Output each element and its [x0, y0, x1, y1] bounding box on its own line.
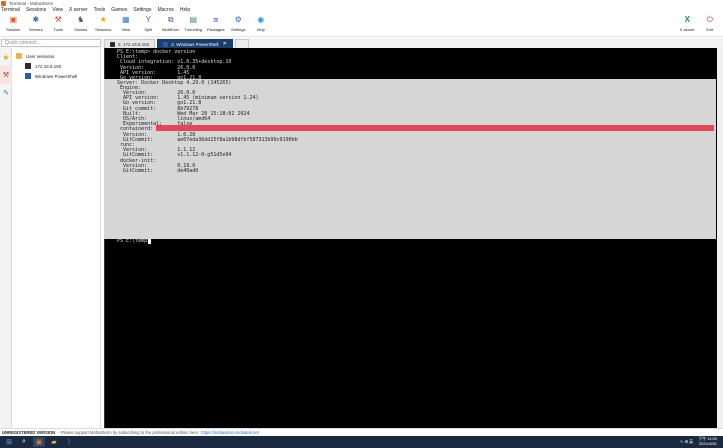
packages-button-label: Packages	[206, 27, 225, 32]
ssh-session-icon	[25, 63, 31, 69]
tools-button[interactable]: ⚒ Tools	[47, 13, 70, 32]
powershell-session-icon	[25, 73, 31, 79]
packages-icon: ⧈	[213, 15, 219, 24]
split-button[interactable]: Y Split	[137, 13, 160, 32]
ssh-terminal-icon	[110, 41, 115, 47]
session-item-ssh[interactable]: 172.16.8.182	[13, 61, 100, 71]
settings-button[interactable]: ⚙ Settings	[227, 13, 250, 32]
highlighted-row-bar	[156, 125, 714, 131]
support-message: - Please support MobaXterm by subscribin…	[58, 430, 200, 435]
packages-button[interactable]: ⧈ Packages	[205, 13, 228, 32]
user-sessions-label: User sessions	[26, 53, 55, 59]
sessions-star-sidebar-icon[interactable]: ★	[0, 48, 12, 66]
tools-button-label: Tools	[53, 27, 63, 32]
tools-sidebar-icon[interactable]: ⚒	[0, 66, 12, 84]
terminal-scrollbar[interactable]	[717, 48, 723, 428]
menu-view[interactable]: View	[52, 7, 63, 13]
help-button-label: Help	[256, 27, 265, 32]
tab-windows-powershell[interactable]: 2. Windows PowerShell ✕	[157, 39, 233, 48]
terminal-prompt: PS E:\temp>	[117, 237, 151, 244]
multiexec-icon: ⧉	[167, 15, 174, 24]
search-icon[interactable]: ⌕	[18, 437, 30, 447]
session-ssh-label: 172.16.8.182	[35, 63, 62, 69]
multiexec-button[interactable]: ⧉ MultiExec	[160, 13, 183, 32]
macros-sidebar-icon[interactable]: ✎	[0, 84, 12, 102]
terminal-cursor	[148, 239, 151, 244]
games-icon: ♞	[77, 15, 85, 24]
quick-connect-bar: Quick connect... 3. 172.16.8.182 2. Wind…	[0, 38, 723, 48]
menu-macros[interactable]: Macros	[157, 7, 173, 13]
servers-icon: ✱	[32, 15, 40, 24]
tunneling-button-label: Tunneling	[184, 27, 202, 32]
system-tray: へ ⊞ 英 下午 11:00 2024/4/28	[680, 436, 717, 446]
menu-settings[interactable]: Settings	[133, 7, 151, 13]
help-icon: ◉	[257, 15, 265, 24]
exit-button[interactable]: ⏻ Exit	[699, 13, 722, 32]
menu-help[interactable]: Help	[180, 7, 190, 13]
games-button[interactable]: ♞ Games	[70, 13, 93, 32]
tray-icons[interactable]: へ ⊞ 英	[680, 439, 694, 445]
clock[interactable]: 下午 11:00 2024/4/28	[698, 436, 717, 446]
toolbar-right: X X server ⏻ Exit	[676, 13, 721, 32]
x-server-icon: X	[684, 15, 690, 24]
file-explorer-icon[interactable]: ▰	[48, 437, 60, 447]
settings-button-label: Settings	[231, 27, 246, 32]
subscribe-link[interactable]: https://mobaxterm.mobatek.net	[201, 430, 259, 435]
exit-button-label: Exit	[706, 27, 714, 32]
help-button[interactable]: ◉ Help	[250, 13, 273, 32]
quick-connect-input[interactable]: Quick connect...	[1, 39, 101, 47]
split-icon: Y	[145, 15, 151, 24]
view-button-label: View	[121, 27, 131, 32]
user-sessions-folder[interactable]: User sessions	[13, 51, 100, 61]
folder-icon	[16, 53, 22, 59]
status-bar: UNREGISTERED VERSION - Please support Mo…	[0, 428, 723, 436]
sessions-panel: User sessions 172.16.8.182 Windows Power…	[13, 48, 101, 428]
view-button[interactable]: ▦ View	[115, 13, 138, 32]
tab-bar: 3. 172.16.8.182 2. Windows PowerShell ✕	[104, 39, 251, 48]
session-button-label: Session	[6, 27, 21, 32]
menu-sessions[interactable]: Sessions	[26, 7, 46, 13]
tunneling-icon: ▤	[189, 15, 198, 24]
vscode-icon[interactable]: ⟩	[63, 437, 75, 447]
tab-ssh-session[interactable]: 3. 172.16.8.182	[104, 39, 156, 48]
sessions-star-icon: ★	[99, 15, 107, 24]
session-item-powershell[interactable]: Windows PowerShell	[13, 71, 100, 81]
games-button-label: Games	[74, 27, 88, 32]
split-button-label: Split	[144, 27, 153, 32]
tab-ssh-label: 3. 172.16.8.182	[118, 41, 150, 47]
menu-bar: Terminal Sessions View X server Tools Ga…	[0, 6, 723, 13]
powershell-icon	[163, 41, 169, 47]
servers-button-label: Servers	[28, 27, 43, 32]
view-icon: ▦	[121, 15, 130, 24]
x-server-button[interactable]: X X server	[676, 13, 699, 32]
clock-date: 2024/4/28	[698, 440, 717, 446]
tunneling-button[interactable]: ▤ Tunneling	[182, 13, 205, 32]
servers-button[interactable]: ✱ Servers	[25, 13, 48, 32]
session-icon: ▣	[9, 15, 18, 24]
x-server-button-label: X server	[679, 27, 695, 32]
new-tab-button[interactable]	[234, 39, 249, 48]
terminal-server-line: GitCommit: de40ad0	[117, 167, 199, 174]
multiexec-button-label: MultiExec	[162, 27, 180, 32]
settings-icon: ⚙	[234, 15, 242, 24]
sessions-button[interactable]: ★ Sessions	[92, 13, 115, 32]
tools-icon: ⚒	[54, 15, 62, 24]
menu-x-server[interactable]: X server	[69, 7, 88, 13]
menu-games[interactable]: Games	[111, 7, 127, 13]
tab-powershell-label: 2. Windows PowerShell	[171, 41, 219, 47]
session-powershell-label: Windows PowerShell	[35, 73, 78, 79]
terminal-server-line: GitCommit: ae07eda36dd25f8a1b98dfbf58731…	[117, 136, 298, 143]
menu-terminal[interactable]: Terminal	[1, 7, 20, 13]
close-icon[interactable]: ✕	[223, 41, 227, 47]
windows-taskbar: ⊞ ⌕ ▣ ▰ ⟩ へ ⊞ 英 下午 11:00 2024/4/28	[0, 436, 723, 448]
sessions-button-label: Sessions	[95, 27, 112, 32]
session-button[interactable]: ▣ Session	[2, 13, 25, 32]
exit-icon: ⏻	[706, 15, 713, 24]
windows-start-icon[interactable]: ⊞	[3, 437, 15, 447]
menu-tools[interactable]: Tools	[94, 7, 106, 13]
sidebar-strip: ★ ⚒ ✎	[0, 48, 12, 428]
main-toolbar: ▣ Session ✱ Servers ⚒ Tools ♞ Games ★ Se…	[0, 13, 723, 37]
unregistered-label: UNREGISTERED VERSION	[2, 430, 56, 435]
mobaxterm-taskbar-icon[interactable]: ▣	[33, 437, 45, 447]
